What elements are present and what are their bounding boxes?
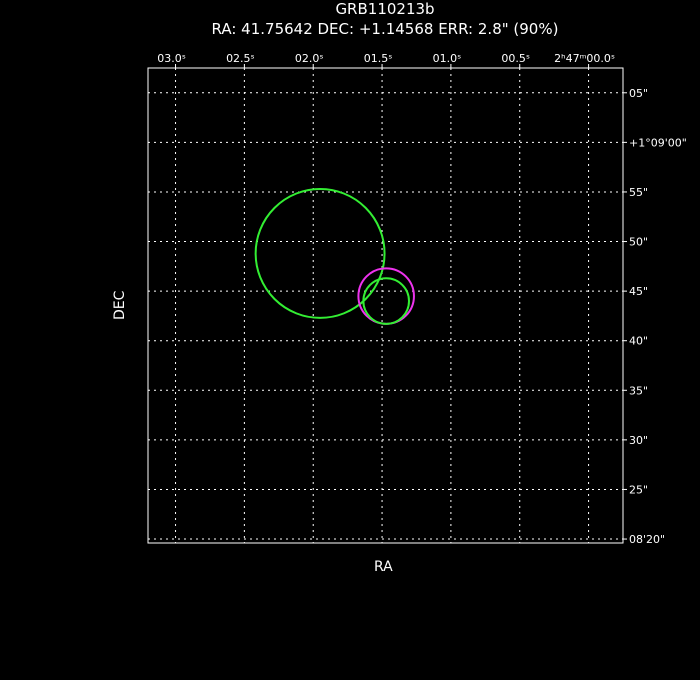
y-tick-label: 30" xyxy=(629,434,648,447)
y-tick-label: 45" xyxy=(629,285,648,298)
y-tick-label: 05" xyxy=(629,87,648,100)
x-tick-label: 2ʰ47ᵐ00.0ˢ xyxy=(554,52,615,65)
y-axis-label: DEC xyxy=(112,290,128,320)
x-tick-label: 01.0ˢ xyxy=(433,52,462,65)
y-tick-label: 25" xyxy=(629,483,648,496)
y-tick-label: 35" xyxy=(629,384,648,397)
x-tick-label: 01.5ˢ xyxy=(364,52,393,65)
plot-frame xyxy=(147,67,624,544)
y-tick-label: +1°09'00" xyxy=(629,136,687,149)
x-tick-labels: 03.0ˢ 02.5ˢ 02.0ˢ 01.5ˢ 01.0ˢ 00.5ˢ 2ʰ47ᵐ00.0ˢ xyxy=(157,52,615,65)
y-tick-label: 40" xyxy=(629,335,648,348)
error-circle xyxy=(254,187,386,319)
error-circle xyxy=(362,277,410,325)
chart-plot: 03.0ˢ 02.5ˢ 02.0ˢ 01.5ˢ 01.0ˢ 00.5ˢ 2ʰ47ᵐ00.0ˢ… xyxy=(147,52,687,546)
y-tick-label: 55" xyxy=(629,186,648,199)
y-tick-label: 08'20" xyxy=(629,533,665,546)
x-tick-label: 00.5ˢ xyxy=(501,52,530,65)
error-circles xyxy=(254,187,415,325)
x-tick-label: 03.0ˢ xyxy=(157,52,186,65)
y-tick-labels: 05" +1°09'00" 55" 50" 45" 40" 35" 30" 25" 08'20" xyxy=(629,87,687,546)
y-tick-label: 50" xyxy=(629,236,648,249)
x-axis-label: RA xyxy=(374,559,393,575)
x-tick-label: 02.5ˢ xyxy=(226,52,255,65)
grid-lines xyxy=(148,64,627,543)
error-circle xyxy=(357,267,415,325)
x-tick-label: 02.0ˢ xyxy=(295,52,324,65)
